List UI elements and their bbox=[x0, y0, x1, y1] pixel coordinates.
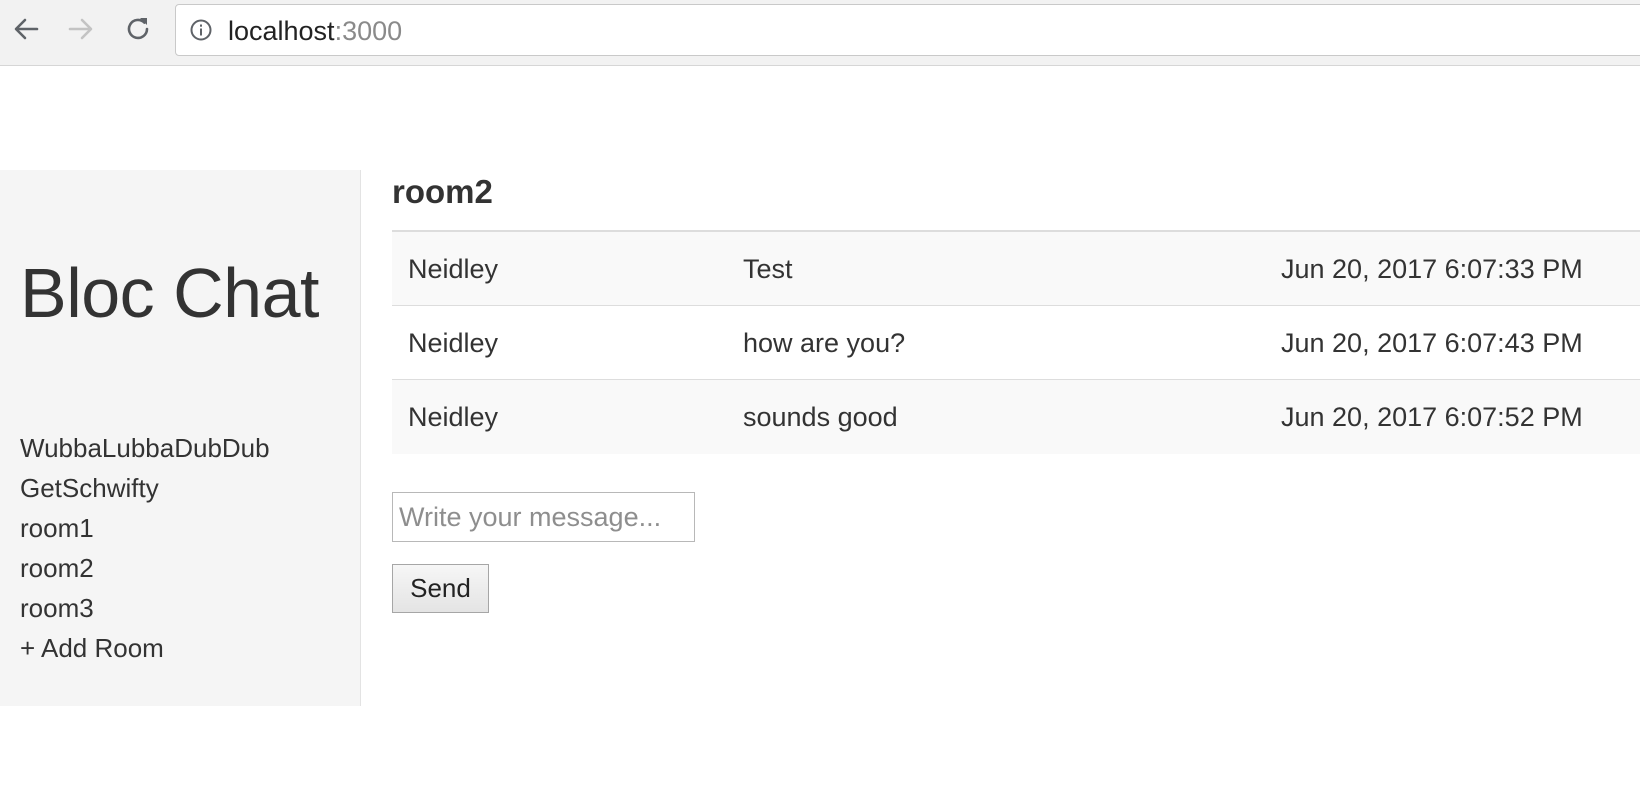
room-item-room2[interactable]: room2 bbox=[20, 548, 270, 588]
message-timestamp: Jun 20, 2017 6:07:33 PM bbox=[1281, 254, 1583, 284]
message-username: Neidley bbox=[408, 328, 499, 358]
reload-icon bbox=[127, 18, 149, 40]
message-content: Test bbox=[743, 254, 793, 284]
forward-button[interactable] bbox=[64, 12, 98, 46]
room-item-room3[interactable]: room3 bbox=[20, 588, 270, 628]
address-bar[interactable]: localhost:3000 bbox=[175, 4, 1640, 56]
message-content: sounds good bbox=[743, 402, 898, 432]
message-row: Neidley Test Jun 20, 2017 6:07:33 PM bbox=[392, 232, 1640, 306]
message-username: Neidley bbox=[408, 254, 499, 284]
message-row: Neidley sounds good Jun 20, 2017 6:07:52… bbox=[392, 380, 1640, 454]
message-list: Neidley Test Jun 20, 2017 6:07:33 PM Nei… bbox=[392, 230, 1640, 454]
room-list: WubbaLubbaDubDub GetSchwifty room1 room2… bbox=[20, 428, 270, 668]
back-button[interactable] bbox=[9, 12, 43, 46]
message-username: Neidley bbox=[408, 402, 499, 432]
info-icon[interactable] bbox=[190, 19, 212, 41]
sidebar: Bloc Chat WubbaLubbaDubDub GetSchwifty r… bbox=[0, 170, 361, 706]
send-button[interactable]: Send bbox=[392, 564, 489, 613]
url-port: :3000 bbox=[334, 16, 403, 46]
arrow-right-icon bbox=[68, 18, 93, 40]
message-content: how are you? bbox=[743, 328, 906, 358]
url-text: localhost:3000 bbox=[228, 16, 402, 46]
room-item-room1[interactable]: room1 bbox=[20, 508, 270, 548]
message-timestamp: Jun 20, 2017 6:07:43 PM bbox=[1281, 328, 1583, 358]
room-title: room2 bbox=[392, 173, 493, 210]
app-title: Bloc Chat bbox=[20, 254, 319, 332]
reload-button[interactable] bbox=[121, 12, 155, 46]
room-item-getschwifty[interactable]: GetSchwifty bbox=[20, 468, 270, 508]
message-timestamp: Jun 20, 2017 6:07:52 PM bbox=[1281, 402, 1583, 432]
url-host: localhost bbox=[228, 16, 335, 46]
browser-toolbar: localhost:3000 bbox=[0, 0, 1640, 66]
message-row: Neidley how are you? Jun 20, 2017 6:07:4… bbox=[392, 306, 1640, 380]
add-room-button[interactable]: + Add Room bbox=[20, 628, 270, 668]
room-item-wubbalubbadubdub[interactable]: WubbaLubbaDubDub bbox=[20, 428, 270, 468]
message-input[interactable] bbox=[392, 492, 695, 542]
arrow-left-icon bbox=[14, 18, 39, 40]
